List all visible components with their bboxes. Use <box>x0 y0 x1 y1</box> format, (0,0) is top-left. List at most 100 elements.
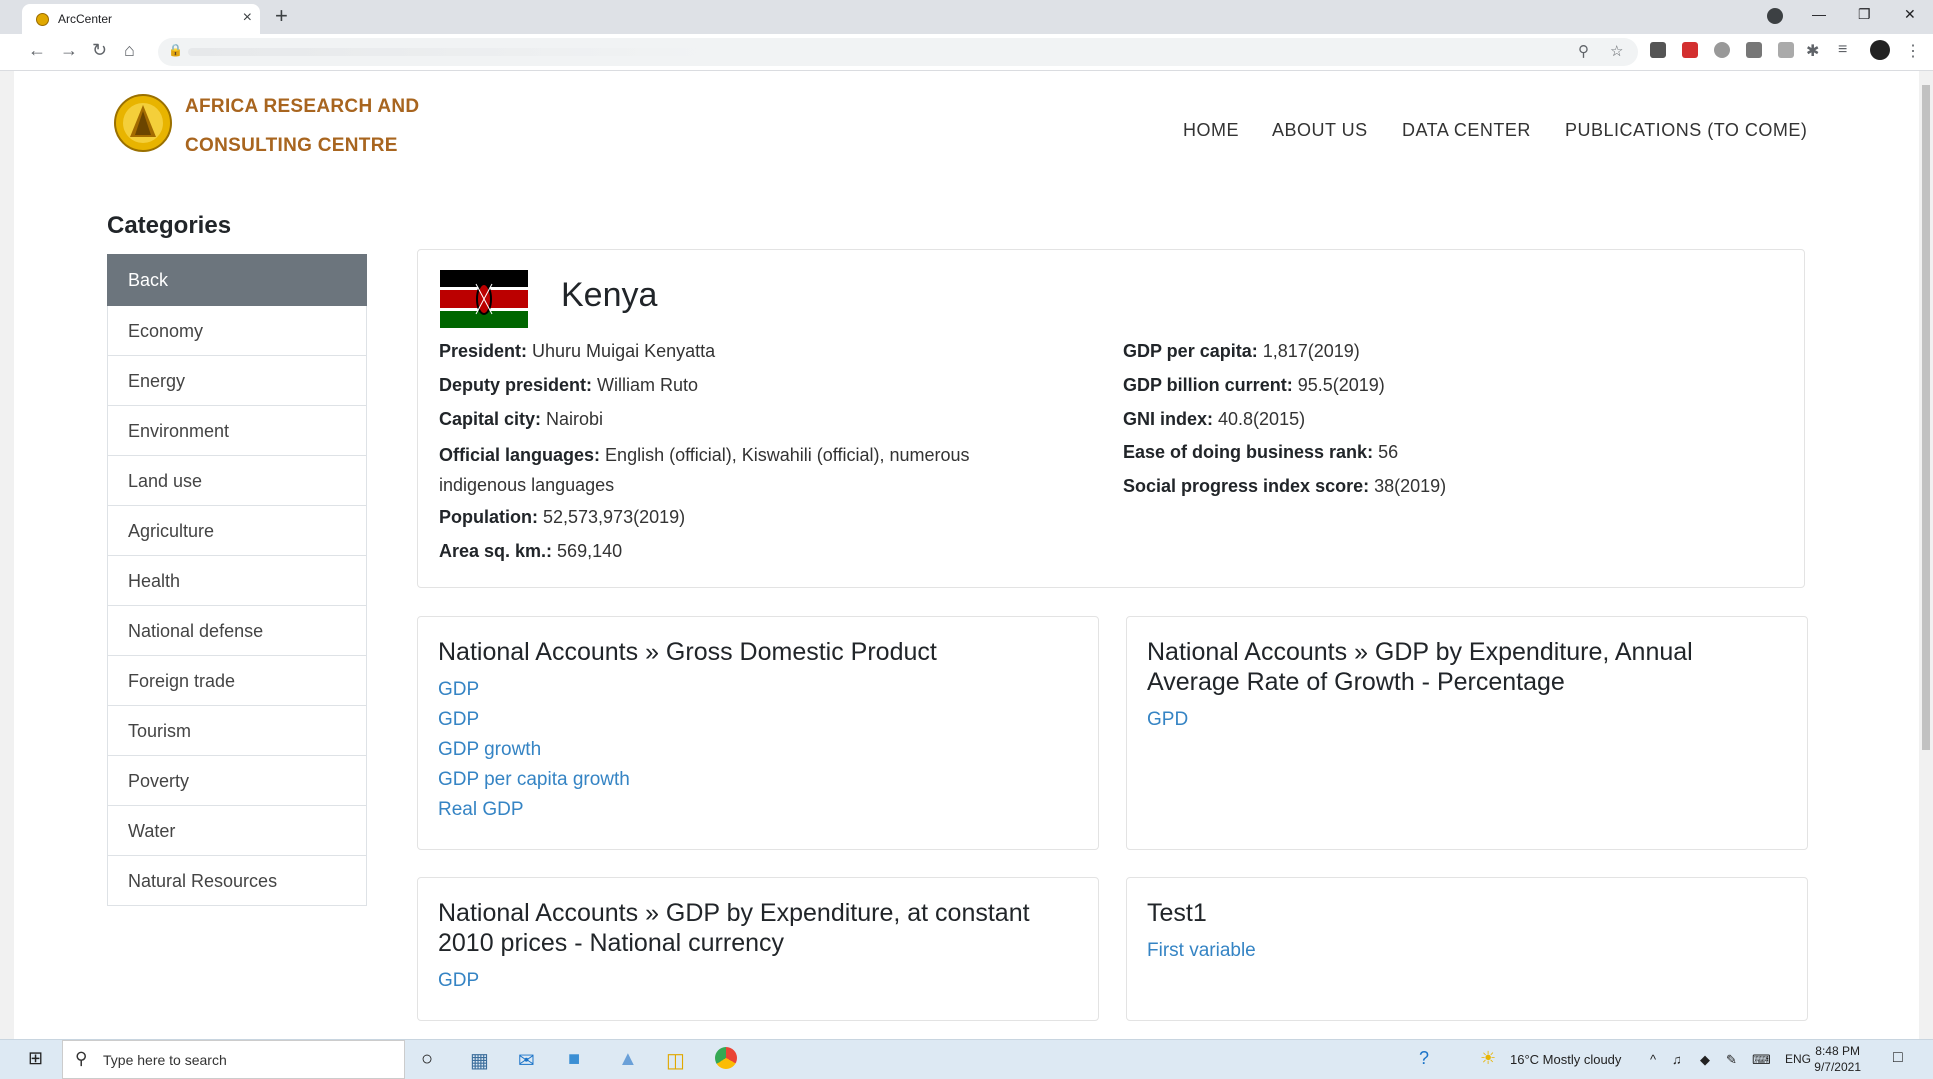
sidebar-item-tourism[interactable]: Tourism <box>107 706 367 756</box>
sidebar-item-poverty[interactable]: Poverty <box>107 756 367 806</box>
browser-tab-bar: ArcCenter × + — ❐ ✕ <box>0 0 1933 34</box>
tab-close-button[interactable]: × <box>243 9 252 27</box>
restore-button[interactable]: ❐ <box>1858 6 1871 23</box>
nav-about-us[interactable]: ABOUT US <box>1272 120 1368 141</box>
categories-title: Categories <box>107 212 232 239</box>
volume-icon[interactable]: ♫ <box>1672 1052 1682 1067</box>
blurred-url <box>188 48 708 56</box>
card-title: National Accounts » Gross Domestic Produ… <box>438 638 937 666</box>
web-page: AFRICA RESEARCH AND CONSULTING CENTRE HO… <box>14 71 1919 1039</box>
cortana-icon[interactable]: ○ <box>421 1048 433 1071</box>
country-name: Kenya <box>561 276 658 314</box>
windows-taskbar: ⊞ ⚲ Type here to search ○ ▦ ✉ ■ ▲ ◫ ? ☀ … <box>0 1039 1933 1079</box>
mail-icon[interactable]: ✉ <box>518 1048 535 1073</box>
indicator-link-gdp[interactable]: GDP <box>438 675 630 705</box>
close-window-button[interactable]: ✕ <box>1904 6 1916 23</box>
indicator-link-real-gdp[interactable]: Real GDP <box>438 795 630 825</box>
weather-icon: ☀ <box>1480 1048 1497 1068</box>
info-area: Area sq. km.: 569,140 <box>439 541 623 561</box>
search-placeholder: Type here to search <box>103 1052 227 1068</box>
indicator-card-gdp: National Accounts » Gross Domestic Produ… <box>417 616 1099 850</box>
grammarly-icon[interactable] <box>1746 42 1762 58</box>
info-social-progress: Social progress index score: 38(2019) <box>1123 476 1447 496</box>
sidebar-item-back[interactable]: Back <box>107 254 367 306</box>
keyboard-icon[interactable]: ⌨ <box>1752 1052 1771 1068</box>
taskbar-search-box[interactable]: ⚲ Type here to search <box>62 1040 405 1079</box>
file-explorer-icon[interactable]: ◫ <box>666 1048 685 1073</box>
extension-icon[interactable] <box>1650 42 1666 58</box>
kebab-menu-icon[interactable]: ⋮ <box>1905 41 1921 61</box>
indicator-link-gdp-growth[interactable]: GDP growth <box>438 735 630 765</box>
sidebar-item-foreign-trade[interactable]: Foreign trade <box>107 656 367 706</box>
sidebar-item-land-use[interactable]: Land use <box>107 456 367 506</box>
info-official-languages: Official languages: English (official), … <box>439 445 970 495</box>
card-title: National Accounts » GDP by Expenditure, … <box>438 899 1030 957</box>
indicator-links: GPD <box>1147 705 1188 735</box>
info-ease-of-business: Ease of doing business rank: 56 <box>1123 442 1399 462</box>
info-gdp-billion-current: GDP billion current: 95.5(2019) <box>1123 375 1385 395</box>
clock-date: 9/7/2021 <box>1814 1060 1861 1074</box>
language-indicator[interactable]: ENG <box>1785 1052 1811 1066</box>
card-title: National Accounts » GDP by Expenditure, … <box>1147 638 1693 696</box>
home-icon[interactable]: ⌂ <box>124 40 135 61</box>
info-population: Population: 52,573,973(2019) <box>439 507 686 527</box>
address-bar[interactable]: 🔒 ⚲ ☆ <box>158 38 1638 66</box>
indicator-card-test1: Test1 First variable <box>1126 877 1808 1021</box>
brand-name-line-1: AFRICA RESEARCH AND <box>185 96 420 117</box>
extension-icon[interactable] <box>1714 42 1730 58</box>
app-icon[interactable]: ■ <box>568 1048 580 1071</box>
sidebar-item-natural-resources[interactable]: Natural Resources <box>107 856 367 906</box>
indicator-link-gdp[interactable]: GDP <box>438 705 630 735</box>
indicator-link-gdp-per-capita-growth[interactable]: GDP per capita growth <box>438 765 630 795</box>
card-title: Test1 <box>1147 899 1207 927</box>
taskbar-clock[interactable]: 8:48 PM 9/7/2021 <box>1814 1043 1861 1075</box>
puzzle-extensions-icon[interactable]: ✱ <box>1806 41 1819 61</box>
windows-start-icon[interactable]: ⊞ <box>28 1048 43 1069</box>
country-profile-card: Kenya President: Uhuru Muigai Kenyatta D… <box>417 249 1805 588</box>
tray-chevron-icon[interactable]: ^ <box>1650 1052 1656 1067</box>
forward-arrow-icon[interactable]: → <box>60 40 78 61</box>
search-icon: ⚲ <box>75 1049 88 1068</box>
avatar[interactable] <box>1870 40 1890 60</box>
reload-icon[interactable]: ↻ <box>92 40 107 61</box>
sidebar-item-energy[interactable]: Energy <box>107 356 367 406</box>
tab-title: ArcCenter <box>58 12 113 26</box>
sidebar-item-environment[interactable]: Environment <box>107 406 367 456</box>
reading-list-icon[interactable]: ≡ <box>1838 41 1847 59</box>
arccentre-logo <box>114 94 172 152</box>
chrome-icon[interactable] <box>715 1047 737 1069</box>
pen-icon[interactable]: ✎ <box>1726 1052 1737 1068</box>
dropbox-icon[interactable]: ◆ <box>1700 1052 1710 1068</box>
browser-toolbar: ← → ↻ ⌂ 🔒 ⚲ ☆ ✱ ≡ ⋮ <box>0 34 1933 71</box>
weather-text[interactable]: 16°C Mostly cloudy <box>1510 1052 1621 1067</box>
nav-home[interactable]: HOME <box>1183 120 1239 141</box>
new-tab-button[interactable]: + <box>275 3 288 29</box>
sidebar-item-economy[interactable]: Economy <box>107 306 367 356</box>
cast-icon[interactable] <box>1778 42 1794 58</box>
nav-data-center[interactable]: DATA CENTER <box>1402 120 1531 141</box>
calculator-icon[interactable]: ▦ <box>470 1048 489 1073</box>
sidebar-item-national-defense[interactable]: National defense <box>107 606 367 656</box>
indicator-links: GDP <box>438 966 479 996</box>
minimize-button[interactable]: — <box>1812 6 1826 22</box>
categories-list: Back Economy Energy Environment Land use… <box>107 254 367 906</box>
zoom-icon[interactable]: ⚲ <box>1578 42 1589 60</box>
nav-publications[interactable]: PUBLICATIONS (TO COME) <box>1565 120 1807 141</box>
info-capital-city: Capital city: Nairobi <box>439 409 604 429</box>
scrollbar-thumb[interactable] <box>1922 85 1930 750</box>
indicator-link-first-variable[interactable]: First variable <box>1147 936 1256 966</box>
page-scrollbar[interactable] <box>1919 71 1933 1039</box>
bookmark-star-icon[interactable]: ☆ <box>1610 42 1623 60</box>
profile-menu-icon[interactable] <box>1767 8 1783 24</box>
app-icon[interactable]: ▲ <box>618 1048 638 1071</box>
sidebar-item-agriculture[interactable]: Agriculture <box>107 506 367 556</box>
notification-icon[interactable]: □ <box>1893 1049 1903 1067</box>
browser-tab[interactable]: ArcCenter × <box>22 4 260 34</box>
sidebar-item-water[interactable]: Water <box>107 806 367 856</box>
back-arrow-icon[interactable]: ← <box>28 40 46 61</box>
help-icon[interactable]: ? <box>1419 1048 1429 1069</box>
indicator-link-gpd[interactable]: GPD <box>1147 705 1188 735</box>
sidebar-item-health[interactable]: Health <box>107 556 367 606</box>
pdf-extension-icon[interactable] <box>1682 42 1698 58</box>
indicator-link-gdp[interactable]: GDP <box>438 966 479 996</box>
